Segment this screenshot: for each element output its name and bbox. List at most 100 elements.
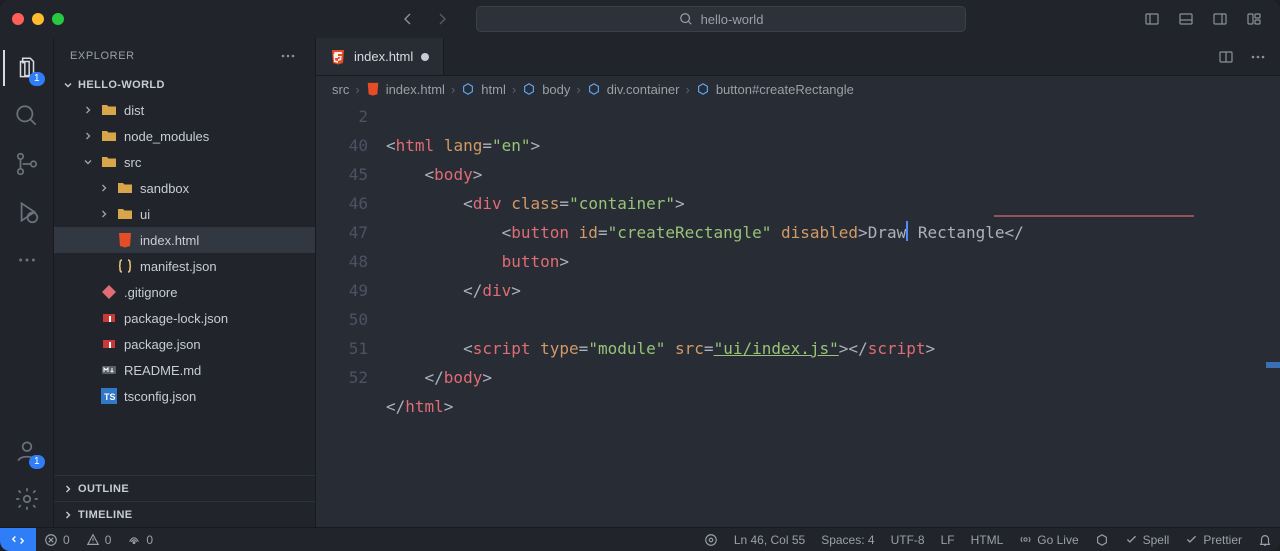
tree-label: manifest.json <box>140 259 217 274</box>
tree-folder[interactable]: sandbox <box>54 175 315 201</box>
indentation-status[interactable]: Spaces: 4 <box>813 533 882 547</box>
file-icon <box>116 180 134 196</box>
tabs: index.html <box>316 38 1280 76</box>
breadcrumb-item[interactable]: div.container <box>607 82 680 97</box>
minimize-window-button[interactable] <box>32 13 44 25</box>
zoom-window-button[interactable] <box>52 13 64 25</box>
encoding-status[interactable]: UTF-8 <box>883 533 933 547</box>
statusbar: 0 0 0 Ln 46, Col 55 Spaces: 4 UTF-8 LF H… <box>0 527 1280 551</box>
layout-sidebar-right-icon[interactable] <box>1206 5 1234 33</box>
close-window-button[interactable] <box>12 13 24 25</box>
accounts-badge: 1 <box>29 455 45 469</box>
tree-folder[interactable]: ui <box>54 201 315 227</box>
section-timeline[interactable]: TIMELINE <box>54 501 315 527</box>
code-content[interactable]: <html lang="en"> <body> <div class="cont… <box>386 102 1280 527</box>
section-label: OUTLINE <box>78 483 129 495</box>
remote-indicator[interactable] <box>0 528 36 551</box>
symbol-icon <box>696 82 710 96</box>
ports-status[interactable]: 0 <box>119 528 161 551</box>
tree-label: sandbox <box>140 181 189 196</box>
overview-ruler[interactable] <box>1266 102 1280 527</box>
chevron-right-icon: › <box>512 82 516 97</box>
breadcrumb-item[interactable]: html <box>481 82 506 97</box>
breadcrumb-item[interactable]: button#createRectangle <box>716 82 854 97</box>
tab-index-html[interactable]: index.html <box>316 38 444 75</box>
html-file-icon <box>366 82 380 96</box>
code-editor[interactable]: 2404546474849505152 <html lang="en"> <bo… <box>316 102 1280 527</box>
symbol-icon <box>522 82 536 96</box>
eol-status[interactable]: LF <box>933 533 963 547</box>
chevron-down-icon <box>82 156 94 168</box>
notifications-icon[interactable] <box>1250 533 1280 547</box>
file-icon <box>116 206 134 222</box>
split-editor-icon[interactable] <box>1212 43 1240 71</box>
search-label: hello-world <box>701 12 764 27</box>
spell-check-status[interactable]: Spell <box>1117 533 1178 547</box>
customize-layout-icon[interactable] <box>1240 5 1268 33</box>
file-icon <box>100 154 118 170</box>
tree-folder[interactable]: dist <box>54 97 315 123</box>
eslint-status-icon[interactable] <box>1087 533 1117 547</box>
folder-header[interactable]: HELLO-WORLD <box>54 73 315 97</box>
chevron-right-icon: › <box>355 82 359 97</box>
language-mode[interactable]: HTML <box>963 533 1012 547</box>
file-icon: TS <box>100 388 118 404</box>
section-outline[interactable]: OUTLINE <box>54 475 315 501</box>
layout-panel-icon[interactable] <box>1172 5 1200 33</box>
sidebar-more-icon[interactable] <box>277 45 299 67</box>
prettier-status[interactable]: Prettier <box>1177 533 1250 547</box>
activity-debug-icon[interactable] <box>3 190 51 234</box>
tree-file[interactable]: index.html <box>54 227 315 253</box>
titlebar: hello-world <box>0 0 1280 38</box>
tree-label: dist <box>124 103 144 118</box>
section-label: TIMELINE <box>78 509 133 521</box>
svg-text:TS: TS <box>104 392 116 402</box>
sidebar-title: EXPLORER <box>70 50 135 62</box>
symbol-icon <box>461 82 475 96</box>
file-icon <box>116 258 134 274</box>
cursor-position[interactable]: Ln 46, Col 55 <box>726 533 813 547</box>
file-icon <box>100 102 118 118</box>
chevron-down-icon <box>62 79 74 91</box>
problems-warnings[interactable]: 0 <box>78 528 120 551</box>
activity-explorer-icon[interactable]: 1 <box>3 46 51 90</box>
breadcrumb[interactable]: src › index.html › html › body › div.con… <box>316 76 1280 102</box>
breadcrumb-item[interactable]: src <box>332 82 349 97</box>
go-live-button[interactable]: Go Live <box>1011 533 1086 547</box>
breadcrumb-item[interactable]: body <box>542 82 570 97</box>
chevron-right-icon <box>62 509 74 521</box>
problems-errors[interactable]: 0 <box>36 528 78 551</box>
tree-file[interactable]: README.md <box>54 357 315 383</box>
breadcrumb-item[interactable]: index.html <box>386 82 445 97</box>
tree-label: .gitignore <box>124 285 177 300</box>
command-center-search[interactable]: hello-world <box>476 6 966 32</box>
tree-file[interactable]: package.json <box>54 331 315 357</box>
dirty-indicator-icon <box>421 53 429 61</box>
nav-back-button[interactable] <box>394 5 422 33</box>
tree-label: index.html <box>140 233 199 248</box>
activity-more-icon[interactable] <box>3 238 51 282</box>
activity-search-icon[interactable] <box>3 94 51 138</box>
nav-forward-button[interactable] <box>428 5 456 33</box>
tree-folder[interactable]: node_modules <box>54 123 315 149</box>
activity-scm-icon[interactable] <box>3 142 51 186</box>
symbol-icon <box>587 82 601 96</box>
tree-file[interactable]: package-lock.json <box>54 305 315 331</box>
tab-label: index.html <box>354 49 413 64</box>
tree-label: package.json <box>124 337 201 352</box>
tree-label: node_modules <box>124 129 209 144</box>
explorer-badge: 1 <box>29 72 45 86</box>
tree-file[interactable]: TStsconfig.json <box>54 383 315 409</box>
folder-name: HELLO-WORLD <box>78 79 165 91</box>
screencast-icon[interactable] <box>696 533 726 547</box>
tree-file[interactable]: manifest.json <box>54 253 315 279</box>
tree-label: ui <box>140 207 150 222</box>
editor-more-icon[interactable] <box>1244 43 1272 71</box>
chevron-right-icon <box>98 208 110 220</box>
tree-folder[interactable]: src <box>54 149 315 175</box>
activity-accounts-icon[interactable]: 1 <box>3 429 51 473</box>
tree-file[interactable]: .gitignore <box>54 279 315 305</box>
layout-sidebar-left-icon[interactable] <box>1138 5 1166 33</box>
file-icon <box>100 362 118 378</box>
activity-settings-icon[interactable] <box>3 477 51 521</box>
